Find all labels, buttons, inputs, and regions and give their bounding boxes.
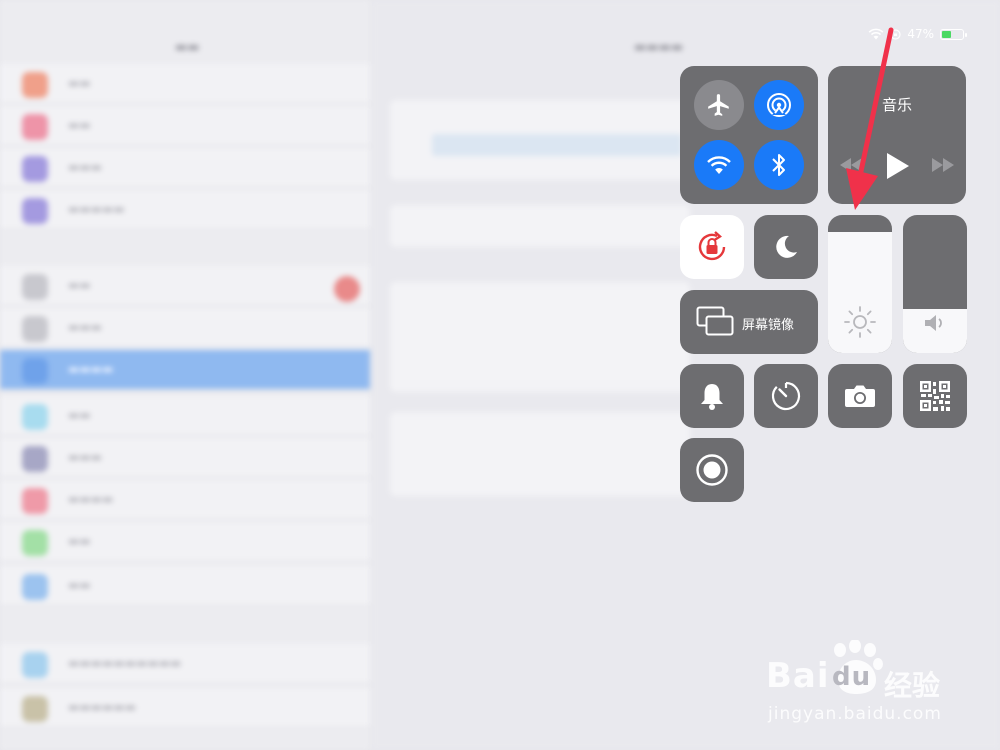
battery-icon bbox=[940, 28, 967, 40]
sun-icon bbox=[844, 306, 876, 338]
airplane-mode-toggle[interactable] bbox=[694, 80, 744, 130]
airplane-icon bbox=[708, 94, 729, 116]
next-track-icon[interactable] bbox=[932, 158, 954, 172]
silent-toggle[interactable] bbox=[680, 364, 744, 428]
wifi-toggle[interactable] bbox=[694, 140, 744, 190]
sidebar-row: ▬▬ bbox=[0, 396, 370, 436]
timer-button[interactable] bbox=[754, 364, 818, 428]
sidebar-row: ▬▬▬▬▬ bbox=[0, 190, 370, 230]
volume-slider[interactable] bbox=[903, 215, 967, 353]
wifi-icon bbox=[707, 156, 731, 174]
watermark-url: jingyan.baidu.com bbox=[768, 704, 942, 724]
previous-track-icon[interactable] bbox=[840, 158, 862, 172]
bluetooth-toggle[interactable] bbox=[754, 140, 804, 190]
sidebar-row-selected: ▬▬▬▬ bbox=[0, 350, 370, 390]
do-not-disturb-toggle[interactable] bbox=[754, 215, 818, 279]
sidebar-row: ▬▬▬ bbox=[0, 438, 370, 478]
battery-percentage: 47% bbox=[907, 27, 934, 41]
moon-icon bbox=[776, 235, 797, 258]
camera-button[interactable] bbox=[828, 364, 892, 428]
screen-mirror-icon bbox=[696, 306, 734, 336]
sidebar-row: ▬▬ bbox=[0, 522, 370, 562]
detail-title-blur: ▬▬▬▬ bbox=[634, 40, 684, 55]
airdrop-icon bbox=[767, 93, 791, 117]
record-icon bbox=[696, 454, 728, 486]
settings-sidebar: ▬▬ ▬▬ ▬▬ ▬▬▬ ▬▬▬▬▬ ▬▬ ▬▬▬ ▬▬▬▬ ▬▬ ▬▬▬ ▬▬… bbox=[0, 0, 370, 750]
speaker-icon bbox=[925, 315, 942, 331]
timer-icon bbox=[771, 381, 801, 411]
connectivity-module bbox=[680, 66, 818, 204]
airdrop-toggle[interactable] bbox=[754, 80, 804, 130]
sidebar-row: ▬▬ bbox=[0, 566, 370, 606]
detail-field bbox=[432, 134, 682, 156]
detail-card bbox=[390, 412, 690, 496]
sidebar-row: ▬▬▬▬▬▬▬▬▬▬ bbox=[0, 644, 370, 684]
music-title: 音乐 bbox=[881, 96, 912, 114]
brightness-slider[interactable] bbox=[828, 215, 892, 353]
sidebar-row: ▬▬▬▬▬▬ bbox=[0, 688, 370, 728]
sidebar-row: ▬▬ bbox=[0, 266, 370, 306]
qr-scanner-button[interactable] bbox=[903, 364, 967, 428]
sidebar-row: ▬▬ bbox=[0, 64, 370, 104]
sidebar-row: ▬▬▬ bbox=[0, 148, 370, 188]
rotation-lock-icon bbox=[698, 231, 726, 261]
orientation-lock-status-icon bbox=[890, 28, 901, 40]
watermark-chinese: 经验 bbox=[884, 669, 941, 702]
baidu-jingyan-watermark: Bai du 经验 jingyan.baidu.com bbox=[766, 640, 966, 730]
status-bar: 47% bbox=[868, 26, 967, 42]
sidebar-row: ▬▬ bbox=[0, 106, 370, 146]
sidebar-row: ▬▬▬▬ bbox=[0, 480, 370, 520]
play-icon[interactable] bbox=[886, 152, 910, 180]
watermark-brand: Bai du bbox=[766, 656, 872, 696]
wifi-status-icon bbox=[868, 28, 884, 40]
screen-mirroring-label: 屏幕镜像 bbox=[742, 318, 795, 333]
bell-icon bbox=[701, 384, 723, 410]
rotation-lock-toggle[interactable] bbox=[680, 215, 744, 279]
bluetooth-icon bbox=[772, 154, 785, 176]
camera-icon bbox=[845, 385, 875, 407]
sidebar-row: ▬▬▬ bbox=[0, 308, 370, 348]
sidebar-title-blur: ▬▬ bbox=[175, 40, 200, 55]
detail-card bbox=[390, 205, 690, 247]
screen-recording-button[interactable] bbox=[680, 438, 744, 502]
qr-code-icon bbox=[920, 381, 950, 411]
music-module[interactable]: 音乐 bbox=[828, 66, 966, 204]
detail-card bbox=[390, 282, 690, 392]
sidebar-badge-blur bbox=[334, 276, 360, 302]
screen-mirroring-button[interactable]: 屏幕镜像 bbox=[680, 290, 818, 354]
